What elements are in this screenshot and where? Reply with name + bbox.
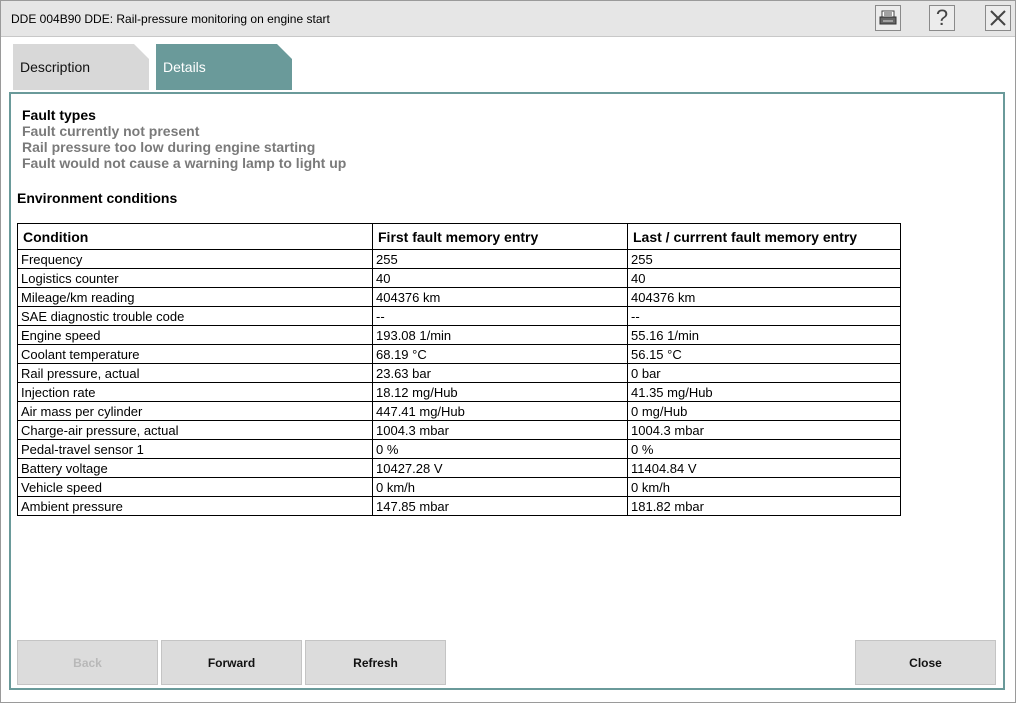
cell-condition: Battery voltage (17, 458, 373, 478)
cell-last-entry: 56.15 °C (627, 344, 901, 364)
dialog-window: DDE 004B90 DDE: Rail-pressure monitoring… (0, 0, 1016, 703)
cell-first-entry: 18.12 mg/Hub (372, 382, 628, 402)
tab-description[interactable]: Description (13, 44, 149, 90)
fault-types-section: Fault types Fault currently not present … (22, 107, 346, 171)
cell-last-entry: 0 mg/Hub (627, 401, 901, 421)
cell-last-entry: 0 km/h (627, 477, 901, 497)
cell-condition: Frequency (17, 249, 373, 269)
window-title: DDE 004B90 DDE: Rail-pressure monitoring… (11, 12, 330, 26)
cell-first-entry: 0 km/h (372, 477, 628, 497)
cell-last-entry: 0 bar (627, 363, 901, 383)
cell-condition: Rail pressure, actual (17, 363, 373, 383)
back-button[interactable]: Back (17, 640, 158, 685)
cell-first-entry: 447.41 mg/Hub (372, 401, 628, 421)
cell-condition: Vehicle speed (17, 477, 373, 497)
table-row: Engine speed 193.08 1/min 55.16 1/min (17, 325, 901, 345)
cell-first-entry: -- (372, 306, 628, 326)
table-row: Pedal-travel sensor 10 % 0 % (17, 439, 901, 459)
print-icon (879, 10, 897, 25)
table-row: Vehicle speed 0 km/h 0 km/h (17, 477, 901, 497)
cell-condition: Engine speed (17, 325, 373, 345)
close-icon (990, 10, 1006, 26)
forward-button[interactable]: Forward (161, 640, 302, 685)
table-row: Logistics counter 40 40 (17, 268, 901, 288)
help-icon: ? (935, 5, 949, 30)
close-window-button[interactable] (985, 5, 1011, 31)
column-header-first-entry: First fault memory entry (372, 223, 628, 250)
table-row: Battery voltage 10427.28 V 11404.84 V (17, 458, 901, 478)
environment-heading: Environment conditions (17, 190, 178, 206)
column-header-condition: Condition (17, 223, 373, 250)
cell-condition: Mileage/km reading (17, 287, 373, 307)
cell-last-entry: 41.35 mg/Hub (627, 382, 901, 402)
fault-type-line: Fault would not cause a warning lamp to … (22, 155, 347, 171)
fault-types-heading: Fault types (22, 107, 96, 123)
table-header-row: Condition First fault memory entry Last … (17, 223, 901, 250)
cell-last-entry: 40 (627, 268, 901, 288)
help-button[interactable]: ? (929, 5, 955, 31)
cell-condition: Charge-air pressure, actual (17, 420, 373, 440)
table-row: Frequency 255 255 (17, 249, 901, 269)
cell-condition: Injection rate (17, 382, 373, 402)
cell-condition: Ambient pressure (17, 496, 373, 516)
cell-last-entry: 0 % (627, 439, 901, 459)
table-row: Air mass per cylinder 447.41 mg/Hub 0 mg/H… (17, 401, 901, 421)
table-row: Mileage/km reading 404376 km 404376 km (17, 287, 901, 307)
fault-type-line: Rail pressure too low during engine star… (22, 139, 316, 155)
table-row: Injection rate 18.12 mg/Hub 41.35 mg/Hub (17, 382, 901, 402)
print-button[interactable] (875, 5, 901, 31)
cell-first-entry: 404376 km (372, 287, 628, 307)
cell-last-entry: 255 (627, 249, 901, 269)
cell-condition: SAE diagnostic trouble code (17, 306, 373, 326)
cell-last-entry: 11404.84 V (627, 458, 901, 478)
table-row: Rail pressure, actual 23.63 bar 0 bar (17, 363, 901, 383)
cell-first-entry: 23.63 bar (372, 363, 628, 383)
cell-last-entry: -- (627, 306, 901, 326)
table-row: Ambient pressure 147.85 mbar 181.82 mbar (17, 496, 901, 516)
refresh-button[interactable]: Refresh (305, 640, 446, 685)
cell-first-entry: 255 (372, 249, 628, 269)
table-row: Coolant temperature 68.19 °C 56.15 °C (17, 344, 901, 364)
cell-first-entry: 147.85 mbar (372, 496, 628, 516)
details-panel: Fault types Fault currently not present … (9, 92, 1005, 690)
cell-condition: Logistics counter (17, 268, 373, 288)
column-header-last-entry: Last / currrent fault memory entry (627, 223, 901, 250)
cell-first-entry: 40 (372, 268, 628, 288)
cell-first-entry: 1004.3 mbar (372, 420, 628, 440)
cell-first-entry: 10427.28 V (372, 458, 628, 478)
fault-type-line: Fault currently not present (22, 123, 200, 139)
cell-condition: Coolant temperature (17, 344, 373, 364)
table-row: SAE diagnostic trouble code -- -- (17, 306, 901, 326)
cell-last-entry: 1004.3 mbar (627, 420, 901, 440)
close-button[interactable]: Close (855, 640, 996, 685)
environment-table: Condition First fault memory entry Last … (17, 223, 901, 516)
cell-first-entry: 193.08 1/min (372, 325, 628, 345)
cell-last-entry: 404376 km (627, 287, 901, 307)
title-bar: DDE 004B90 DDE: Rail-pressure monitoring… (1, 1, 1015, 37)
environment-table-body: Frequency 255 255 Logistics counter 40 40 Mile… (17, 249, 901, 516)
cell-condition: Pedal-travel sensor 1 (17, 439, 373, 459)
cell-last-entry: 55.16 1/min (627, 325, 901, 345)
cell-first-entry: 0 % (372, 439, 628, 459)
cell-condition: Air mass per cylinder (17, 401, 373, 421)
tab-details[interactable]: Details (156, 44, 292, 90)
cell-first-entry: 68.19 °C (372, 344, 628, 364)
table-row: Charge-air pressure, actual 1004.3 mbar 10… (17, 420, 901, 440)
cell-last-entry: 181.82 mbar (627, 496, 901, 516)
